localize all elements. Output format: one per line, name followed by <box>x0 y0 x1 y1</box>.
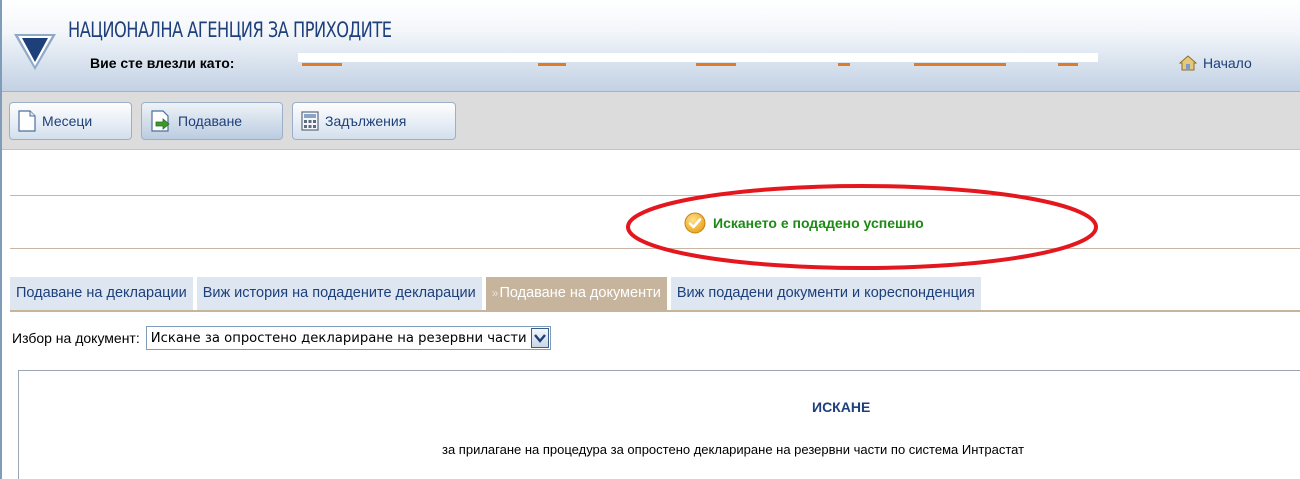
page-header: НАЦИОНАЛНА АГЕНЦИЯ ЗА ПРИХОДИТЕ Вие сте … <box>2 0 1300 92</box>
home-link[interactable]: Начало <box>1179 55 1252 71</box>
tab-bar: Подаване на декларации Виж история на по… <box>10 277 981 310</box>
tab-label: Подаване на декларации <box>16 285 187 301</box>
tab-submit-declarations[interactable]: Подаване на декларации <box>10 277 193 310</box>
toolbar: Месеци Подаване Задължения <box>2 92 1300 150</box>
agency-title: НАЦИОНАЛНА АГЕНЦИЯ ЗА ПРИХОДИТЕ <box>68 18 392 42</box>
calculator-icon <box>301 111 319 131</box>
success-text: Искането е подадено успешно <box>713 215 924 231</box>
home-label: Начало <box>1203 55 1252 71</box>
document-frame <box>18 370 1300 479</box>
document-select[interactable]: Искане за опростено деклариране на резер… <box>145 326 551 350</box>
document-icon <box>18 110 36 132</box>
obligations-label: Задължения <box>325 113 407 129</box>
success-message: Искането е подадено успешно <box>684 212 924 234</box>
nra-logo-icon <box>14 34 56 70</box>
document-subtitle: за прилагане на процедура за опростено д… <box>442 442 1025 457</box>
document-select-label: Избор на документ: <box>12 330 140 346</box>
tab-declarations-history[interactable]: Виж история на подадените декларации <box>196 277 482 310</box>
check-circle-icon <box>684 212 706 234</box>
document-selector-row: Избор на документ: Искане за опростено д… <box>12 326 551 350</box>
tab-label: Виж история на подадените декларации <box>202 285 476 301</box>
divider-top <box>10 195 1300 196</box>
app-window: НАЦИОНАЛНА АГЕНЦИЯ ЗА ПРИХОДИТЕ Вие сте … <box>0 0 1300 479</box>
submit-button[interactable]: Подаване <box>141 102 283 140</box>
tab-submitted-documents[interactable]: Виж подадени документи и кореспонденция <box>670 277 981 310</box>
tab-label: Виж подадени документи и кореспонденция <box>676 285 975 301</box>
document-select-value: Искане за опростено деклариране на резер… <box>150 330 527 346</box>
divider-bottom <box>10 248 1300 249</box>
months-label: Месеци <box>42 113 93 129</box>
months-button[interactable]: Месеци <box>9 102 132 140</box>
double-chevron-icon: » <box>491 286 499 300</box>
logged-in-user-redacted <box>298 53 1098 79</box>
chevron-down-icon[interactable] <box>530 328 549 348</box>
tab-underline <box>10 310 1300 312</box>
tab-submit-documents[interactable]: »Подаване на документи <box>485 277 667 310</box>
tab-label: Подаване на документи <box>499 285 661 301</box>
logged-in-label: Вие сте влезли като: <box>90 55 235 71</box>
obligations-button[interactable]: Задължения <box>292 102 456 140</box>
document-arrow-icon <box>151 110 170 132</box>
house-icon <box>1179 55 1197 71</box>
submit-label: Подаване <box>178 113 243 129</box>
document-title: ИСКАНЕ <box>812 399 871 415</box>
